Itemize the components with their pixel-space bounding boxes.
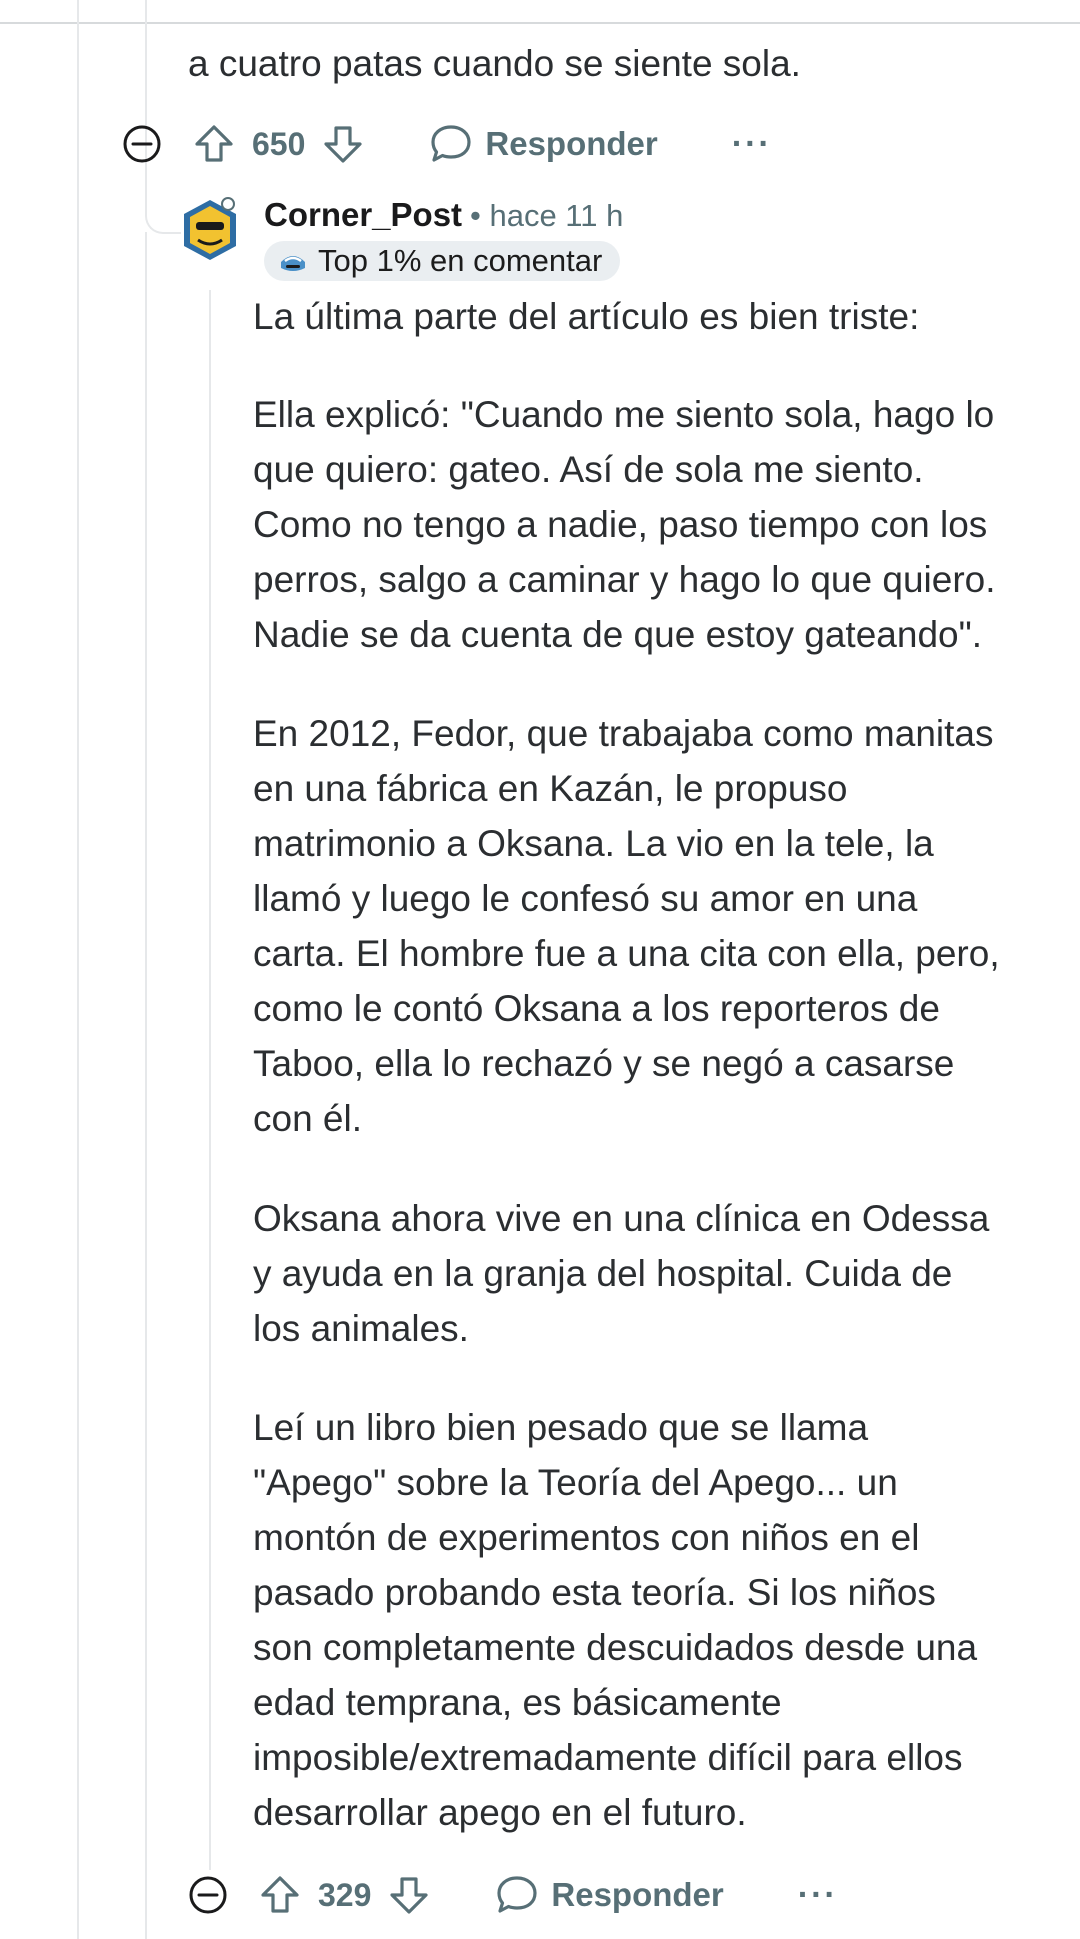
thread-line-level-1[interactable]: [77, 0, 79, 1939]
downvote-icon[interactable]: [321, 122, 365, 166]
top-commenter-icon: [278, 248, 308, 274]
reply-reply-label: Responder: [551, 1876, 724, 1913]
reply-action-bar: 329 Responder ···: [188, 1867, 838, 1923]
reply-score: 329: [318, 1876, 372, 1913]
thread-line-reply[interactable]: [209, 290, 211, 1870]
top-divider: [0, 22, 1080, 24]
comment-username[interactable]: Corner_Post: [264, 196, 462, 234]
comment-timestamp: • hace 11 h: [470, 198, 624, 233]
upvote-icon[interactable]: [258, 1873, 302, 1917]
comment-bubble-icon: [429, 123, 473, 165]
downvote-icon[interactable]: [387, 1873, 431, 1917]
comment-paragraph-2: Ella explicó: "Cuando me siento sola, ha…: [253, 394, 996, 655]
upvote-icon[interactable]: [192, 122, 236, 166]
parent-score: 650: [252, 125, 306, 162]
badge-label: Top 1% en comentar: [318, 243, 603, 278]
comment-bubble-icon: [495, 1874, 539, 1916]
thread-line-parent[interactable]: [145, 0, 147, 210]
reply-more-options[interactable]: ···: [798, 1876, 838, 1915]
comment-paragraph-4: Oksana ahora vive en una clínica en Odes…: [253, 1198, 990, 1349]
parent-reply-button[interactable]: Responder: [429, 123, 658, 165]
comment-paragraph-1: La última parte del artículo es bien tri…: [253, 296, 920, 337]
achievement-badge[interactable]: Top 1% en comentar: [264, 241, 621, 281]
collapse-icon[interactable]: [122, 124, 162, 164]
avatar[interactable]: [180, 196, 240, 266]
parent-reply-label: Responder: [485, 125, 658, 162]
comment-paragraph-3: En 2012, Fedor, que trabajaba como manit…: [253, 713, 1000, 1139]
parent-comment-text: a cuatro patas cuando se siente sola.: [188, 43, 801, 84]
comment-paragraph-5: Leí un libro bien pesado que se llama "A…: [253, 1407, 978, 1833]
reply-reply-button[interactable]: Responder: [495, 1874, 724, 1916]
reply-connector: [145, 206, 181, 234]
thread-line-continuation[interactable]: [145, 232, 147, 1939]
parent-more-options[interactable]: ···: [732, 125, 772, 164]
parent-action-bar: 650 Responder ···: [122, 116, 772, 172]
collapse-icon[interactable]: [188, 1875, 228, 1915]
